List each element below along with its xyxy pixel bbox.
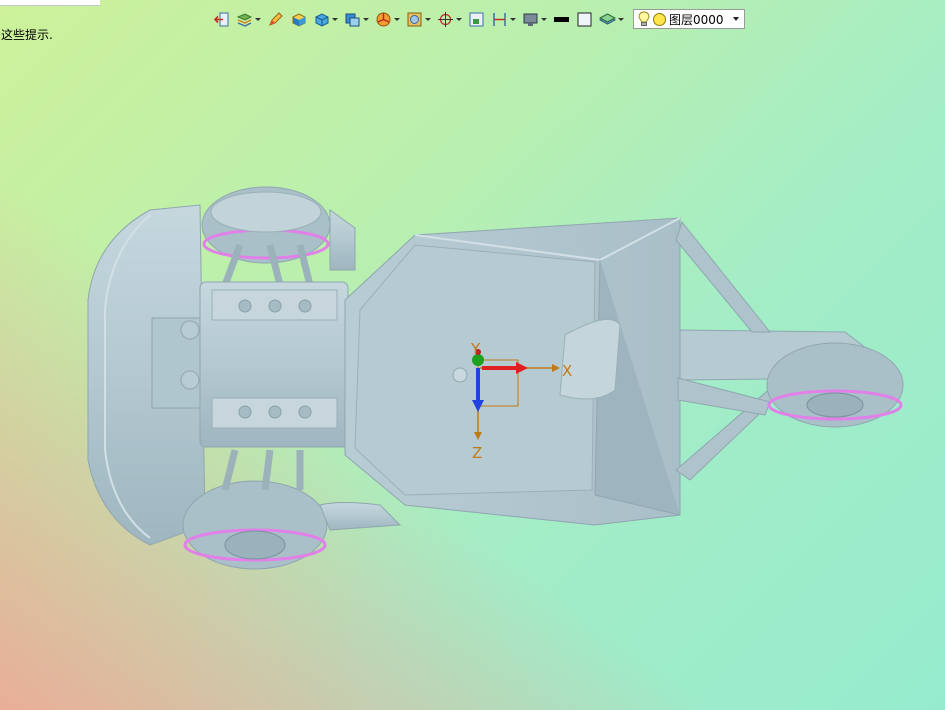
car-chassis-model[interactable]: X Y Z	[0, 0, 945, 710]
cockpit-tub	[344, 217, 681, 526]
rear-wheel	[766, 342, 904, 428]
y-axis-label: Y	[470, 340, 481, 358]
front-left-wheel	[201, 186, 331, 264]
front-lower-pod	[319, 502, 402, 531]
front-upper-pod	[329, 209, 356, 271]
x-axis-label: X	[562, 362, 572, 380]
3d-viewport[interactable]: 图层0000 这些提示. X Y Z	[0, 0, 945, 710]
front-right-wheel	[182, 480, 328, 570]
z-axis-label: Z	[472, 444, 482, 462]
